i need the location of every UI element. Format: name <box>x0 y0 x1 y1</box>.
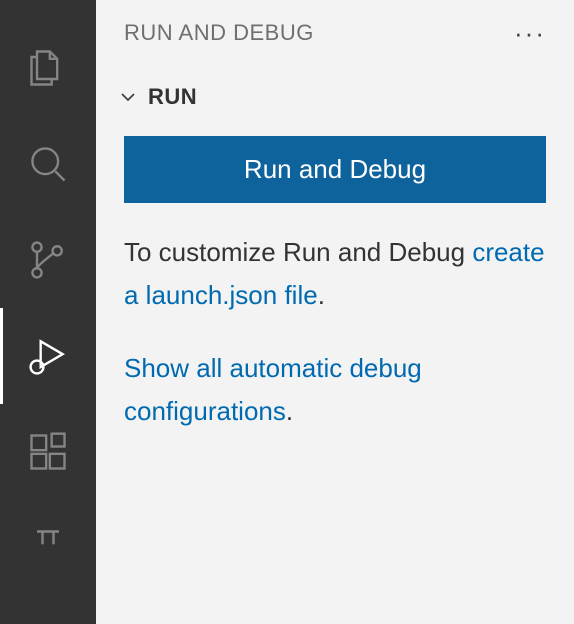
files-icon <box>26 46 70 90</box>
activity-bar <box>0 0 96 624</box>
more-actions-button[interactable]: ··· <box>510 16 550 50</box>
show-all-configs-link[interactable]: Show all automatic debug configurations <box>124 353 422 426</box>
activity-source-control[interactable] <box>0 212 96 308</box>
run-and-debug-button[interactable]: Run and Debug <box>124 136 546 203</box>
activity-explorer[interactable] <box>0 20 96 116</box>
source-control-icon <box>26 238 70 282</box>
section-title: RUN <box>148 84 197 110</box>
run-section-body: Run and Debug To customize Run and Debug… <box>96 128 574 433</box>
beaker-icon <box>26 526 70 570</box>
activity-extensions[interactable] <box>0 404 96 500</box>
show-all-suffix: . <box>286 396 293 426</box>
show-all-configs: Show all automatic debug configurations. <box>124 347 546 433</box>
run-debug-sidebar: RUN AND DEBUG ··· RUN Run and Debug To c… <box>96 0 574 624</box>
customize-description: To customize Run and Debug create a laun… <box>124 231 546 317</box>
activity-run-debug[interactable] <box>0 308 96 404</box>
activity-search[interactable] <box>0 116 96 212</box>
search-icon <box>26 142 70 186</box>
sidebar-header: RUN AND DEBUG ··· <box>96 0 574 66</box>
activity-testing[interactable] <box>0 500 96 596</box>
chevron-down-icon <box>116 85 140 109</box>
sidebar-title: RUN AND DEBUG <box>124 20 314 46</box>
run-debug-icon <box>26 334 70 378</box>
run-section-header[interactable]: RUN <box>96 66 574 128</box>
description-suffix: . <box>318 280 325 310</box>
extensions-icon <box>26 430 70 474</box>
description-prefix: To customize Run and Debug <box>124 237 472 267</box>
